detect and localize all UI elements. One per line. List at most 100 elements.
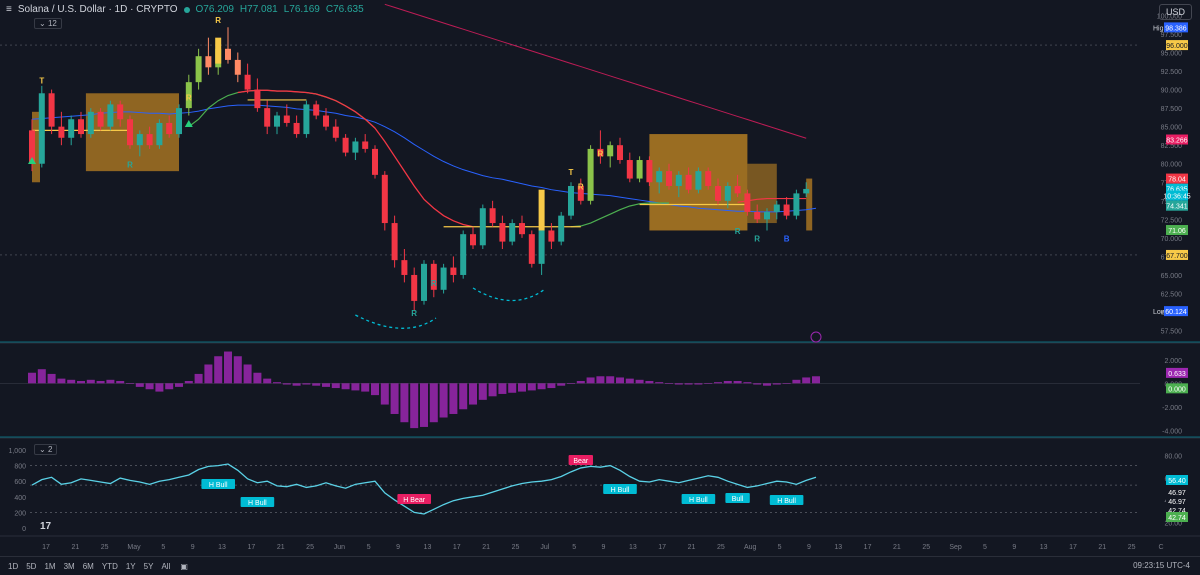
time-tick: Jul: [540, 544, 549, 551]
macd-bar: [282, 383, 291, 385]
macd-bar: [812, 376, 820, 384]
candle-body: [146, 134, 153, 146]
time-tick: 9: [1012, 544, 1016, 551]
ohlc-close: C76.635: [325, 4, 364, 15]
candle-body: [617, 145, 623, 161]
candle-body: [244, 74, 251, 90]
macd-tag-value: 0.633: [1168, 371, 1186, 378]
candle-body: [283, 115, 290, 123]
macd-bar: [635, 379, 644, 384]
macd-bar: [527, 383, 536, 391]
macd-bar: [175, 383, 183, 387]
macd-bar: [684, 383, 693, 385]
range-3m[interactable]: 3M: [64, 562, 75, 571]
candle-body: [362, 141, 369, 149]
price-tick: 90.000: [1161, 88, 1183, 95]
price-tick: 65.000: [1161, 273, 1183, 280]
macd-bar: [596, 376, 605, 384]
macd-bar: [67, 379, 76, 384]
candle-body: [38, 93, 45, 164]
candle-body: [470, 234, 476, 246]
range-buttons: 1D 5D 1M 3M 6M YTD 1Y 5Y All: [0, 562, 170, 571]
symbol-title[interactable]: Solana / U.S. Dollar · 1D · CRYPTO: [18, 4, 178, 15]
macd-bar: [567, 383, 575, 384]
macd-bar: [400, 383, 409, 423]
time-tick: 13: [218, 544, 226, 551]
macd-tick: -2.000: [1162, 405, 1182, 412]
macd-bar: [508, 383, 517, 393]
macd-tick: 2.000: [1164, 358, 1182, 365]
price-tick: 72.500: [1161, 217, 1183, 224]
range-ytd[interactable]: YTD: [102, 562, 118, 571]
macd-bar: [743, 382, 752, 384]
chart-canvas[interactable]: 100.00097.50095.00092.50090.00087.50085.…: [0, 0, 1200, 556]
osc-signal-text: H Bull: [611, 487, 630, 494]
macd-bar: [331, 383, 340, 389]
candle-body: [666, 171, 672, 186]
candle-body: [460, 234, 467, 275]
time-tick: 5: [572, 544, 576, 551]
candle-body: [538, 230, 545, 264]
range-all[interactable]: All: [161, 562, 170, 571]
osc-tag-value: 46.97: [1168, 490, 1186, 497]
candle-body: [568, 185, 574, 216]
osc-tag-value: 42.74: [1168, 515, 1186, 522]
price-tag-value: 83.266: [1166, 138, 1188, 145]
time-tick: 21: [71, 544, 79, 551]
time-tick: 21: [1098, 544, 1106, 551]
candle-body: [764, 211, 770, 220]
menu-icon[interactable]: ≡: [6, 4, 12, 15]
macd-bar: [704, 383, 713, 384]
candle-body: [156, 122, 163, 146]
candle-body: [117, 104, 124, 120]
supply-zone: [747, 163, 777, 224]
candle-body: [391, 223, 398, 261]
price-tag-value: 60.124: [1165, 309, 1187, 316]
candle-body: [107, 104, 114, 127]
candle-body: [97, 111, 104, 127]
indicators-toggle[interactable]: ⌄ 12: [34, 18, 62, 29]
candle-body: [499, 223, 506, 242]
range-5y[interactable]: 5Y: [144, 562, 154, 571]
time-tick: 5: [367, 544, 371, 551]
signal-letter: R: [735, 227, 741, 236]
price-tick: 80.000: [1161, 162, 1183, 169]
range-5d[interactable]: 5D: [26, 562, 36, 571]
price-tick: 85.000: [1161, 125, 1183, 132]
candle-body: [401, 260, 408, 275]
candle-body: [323, 115, 329, 127]
signal-letter: B: [784, 235, 790, 244]
candle-body: [558, 215, 565, 242]
macd-bar: [753, 383, 762, 385]
time-tick: 21: [893, 544, 901, 551]
candle-body: [528, 234, 535, 264]
time-tick: 25: [306, 544, 314, 551]
candle-body: [489, 208, 496, 224]
macd-bar: [106, 379, 115, 384]
time-tick: Aug: [744, 544, 757, 551]
price-tag-value: 98.386: [1165, 25, 1187, 32]
price-tick: 70.000: [1161, 236, 1183, 243]
time-tick: 9: [602, 544, 606, 551]
signal-letter: T: [39, 77, 44, 86]
signal-letter: T: [569, 168, 574, 177]
macd-bar: [155, 383, 164, 392]
oscillator-toggle[interactable]: ⌄ 2: [34, 444, 58, 455]
candle-highlight: [215, 37, 222, 64]
range-6m[interactable]: 6M: [83, 562, 94, 571]
macd-bar: [351, 383, 360, 391]
range-1y[interactable]: 1Y: [126, 562, 136, 571]
macd-bar: [86, 379, 95, 384]
currency-selector[interactable]: USD: [1158, 4, 1192, 20]
candle-body: [479, 208, 486, 246]
macd-bar: [625, 378, 634, 384]
candle-body: [773, 204, 780, 212]
macd-bar: [763, 383, 771, 386]
calendar-icon[interactable]: ▣: [180, 562, 188, 571]
candle-body: [548, 230, 555, 242]
candle-body: [411, 274, 418, 301]
time-tick: 21: [688, 544, 696, 551]
candle-body: [68, 119, 75, 138]
range-1d[interactable]: 1D: [8, 562, 18, 571]
range-1m[interactable]: 1M: [44, 562, 55, 571]
